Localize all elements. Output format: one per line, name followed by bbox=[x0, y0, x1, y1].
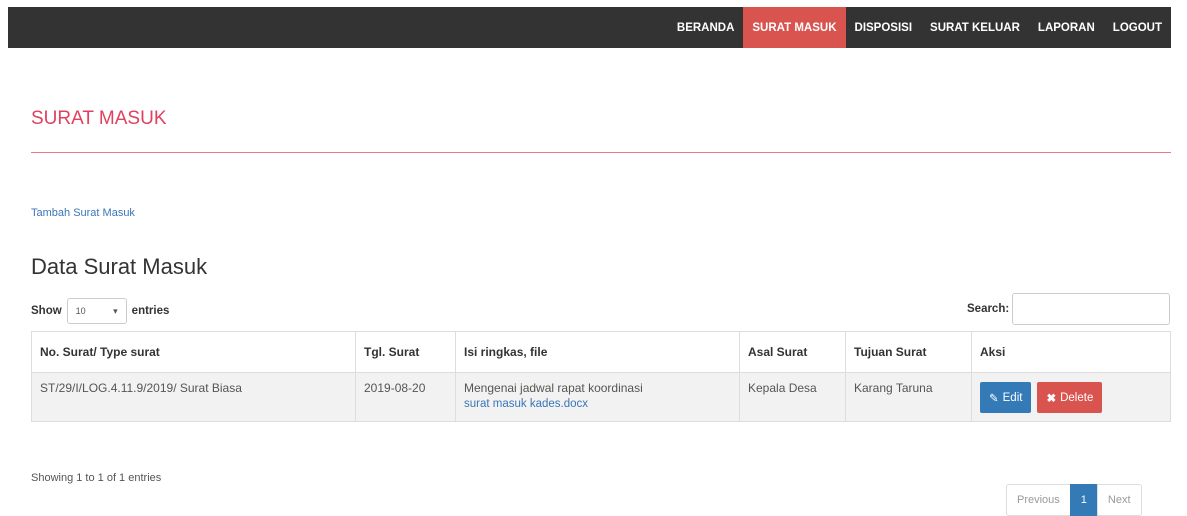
nav-item-laporan[interactable]: LAPORAN bbox=[1029, 7, 1104, 48]
cell-asal-surat: Kepala Desa bbox=[739, 372, 846, 422]
next-page-button[interactable]: Next bbox=[1096, 484, 1142, 516]
col-header-aksi[interactable]: Aksi bbox=[971, 331, 1171, 373]
edit-icon: ✎ bbox=[989, 392, 999, 405]
search-label: Search: bbox=[967, 303, 1010, 315]
entries-label: entries bbox=[131, 305, 170, 317]
col-header-tujuan-surat[interactable]: Tujuan Surat bbox=[845, 331, 972, 373]
search-control: Search: bbox=[967, 292, 1171, 326]
entries-select-value: 10 bbox=[75, 306, 86, 316]
table-header-row: No. Surat/ Type surat Tgl. Surat Isi rin… bbox=[31, 331, 1171, 373]
data-section-title: Data Surat Masuk bbox=[31, 254, 208, 279]
delete-button[interactable]: ✖ Delete bbox=[1037, 382, 1103, 413]
show-label: Show bbox=[31, 305, 62, 317]
cell-tgl-surat: 2019-08-20 bbox=[355, 372, 456, 422]
nav-item-logout[interactable]: LOGOUT bbox=[1104, 7, 1171, 48]
col-header-asal-surat[interactable]: Asal Surat bbox=[739, 331, 846, 373]
nav-item-surat-keluar[interactable]: SURAT KELUAR bbox=[921, 7, 1029, 48]
col-header-isi-ringkas[interactable]: Isi ringkas, file bbox=[455, 331, 740, 373]
edit-button-label: Edit bbox=[1002, 391, 1023, 404]
top-navbar: BERANDA SURAT MASUK DISPOSISI SURAT KELU… bbox=[8, 7, 1171, 48]
delete-button-label: Delete bbox=[1060, 391, 1094, 404]
add-surat-masuk-link[interactable]: Tambah Surat Masuk bbox=[31, 207, 135, 219]
nav-item-beranda[interactable]: BERANDA bbox=[668, 7, 744, 48]
page-1-button[interactable]: 1 bbox=[1069, 484, 1098, 516]
col-header-no-surat[interactable]: No. Surat/ Type surat bbox=[31, 331, 356, 373]
nav-menu: BERANDA SURAT MASUK DISPOSISI SURAT KELU… bbox=[668, 7, 1171, 48]
edit-button[interactable]: ✎ Edit bbox=[980, 382, 1032, 413]
dropdown-arrow-icon: ▾ bbox=[113, 305, 118, 316]
table-row: ST/29/I/LOG.4.11.9/2019/ Surat Biasa 201… bbox=[31, 372, 1171, 422]
file-link[interactable]: surat masuk kades.docx bbox=[464, 398, 731, 410]
isi-ringkas-text: Mengenai jadwal rapat koordinasi bbox=[464, 381, 643, 395]
table-info: Showing 1 to 1 of 1 entries bbox=[31, 472, 162, 484]
entries-length-control: Show 10 ▾ entries bbox=[31, 297, 169, 325]
close-icon: ✖ bbox=[1046, 392, 1057, 405]
previous-page-button[interactable]: Previous bbox=[1006, 484, 1071, 516]
nav-item-surat-masuk[interactable]: SURAT MASUK bbox=[743, 7, 846, 48]
cell-no-surat: ST/29/I/LOG.4.11.9/2019/ Surat Biasa bbox=[31, 372, 356, 422]
surat-masuk-table: No. Surat/ Type surat Tgl. Surat Isi rin… bbox=[31, 331, 1171, 422]
cell-aksi: ✎ Edit ✖ Delete bbox=[971, 372, 1171, 422]
page-title: SURAT MASUK bbox=[31, 108, 167, 129]
search-input[interactable] bbox=[1012, 293, 1171, 325]
entries-select[interactable]: 10 ▾ bbox=[66, 298, 127, 324]
title-divider bbox=[31, 152, 1171, 153]
pagination: Previous 1 Next bbox=[1006, 484, 1142, 516]
cell-isi-ringkas: Mengenai jadwal rapat koordinasi surat m… bbox=[455, 372, 740, 422]
col-header-tgl-surat[interactable]: Tgl. Surat bbox=[355, 331, 456, 373]
nav-item-disposisi[interactable]: DISPOSISI bbox=[846, 7, 922, 48]
cell-tujuan-surat: Karang Taruna bbox=[845, 372, 972, 422]
